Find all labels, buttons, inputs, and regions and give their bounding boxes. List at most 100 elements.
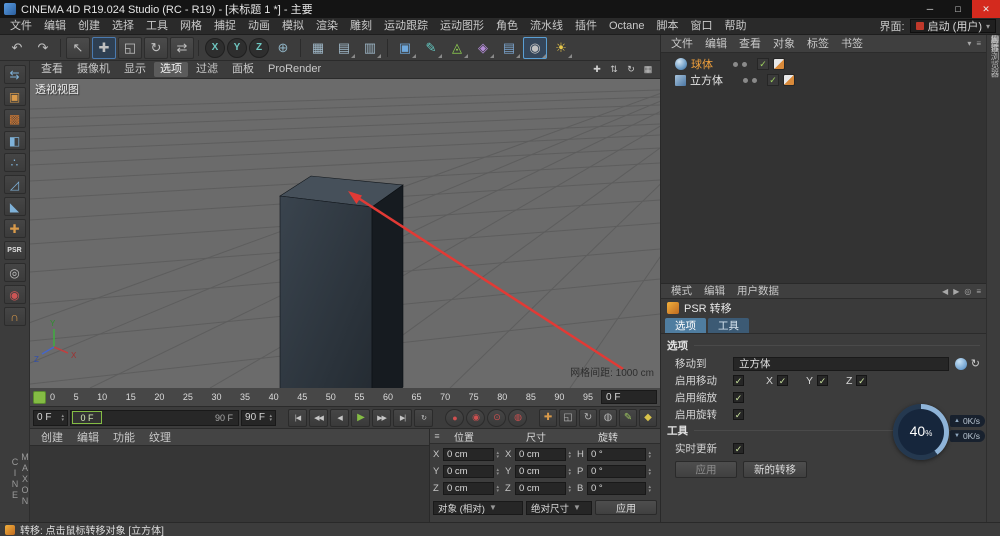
render-settings-icon[interactable]: ▥ (358, 37, 382, 59)
lock-y-axis-icon[interactable]: Y (227, 38, 247, 58)
autokeying-button[interactable]: ◉ (466, 409, 485, 427)
spinner-arrows[interactable] (496, 468, 499, 476)
render-view-icon[interactable]: ▦ (306, 37, 330, 59)
new-transfer-button[interactable]: 新的转移 (743, 461, 807, 478)
progress-overlay-widget[interactable]: 40% (893, 404, 949, 460)
viewport-menu-item[interactable]: 显示 (118, 62, 152, 77)
psr-lock-icon[interactable]: PSR (4, 241, 26, 260)
enable-move-checkbox[interactable]: ✓ (733, 375, 744, 386)
generators-icon[interactable]: ◬ (445, 37, 469, 59)
spinner-arrows[interactable] (61, 414, 64, 422)
menu-item[interactable]: 选择 (106, 18, 140, 34)
goto-start-button[interactable]: |◀ (288, 409, 307, 427)
keyframe-presets-toggle[interactable]: ◆ (639, 409, 657, 427)
tab-options[interactable]: 选项 (665, 318, 706, 333)
rotate-tool-icon[interactable]: ↻ (144, 37, 168, 59)
realtime-update-checkbox[interactable]: ✓ (733, 443, 744, 454)
record-parameter-toggle[interactable]: ◍ (599, 409, 617, 427)
render-visibility-dot[interactable] (752, 78, 757, 83)
timeline-playhead[interactable] (33, 391, 46, 404)
menu-item[interactable]: 编辑 (38, 18, 72, 34)
spinner-arrows[interactable] (270, 414, 273, 422)
history-forward-icon[interactable]: ▶ (953, 287, 959, 296)
frame-range-slider[interactable]: 0 F 90 F (70, 410, 239, 426)
dolly-view-icon[interactable]: ⇅ (607, 63, 621, 77)
axis-checkbox[interactable]: ✓ (817, 375, 828, 386)
menu-item[interactable]: 角色 (490, 18, 524, 34)
rotate-view-icon[interactable]: ↻ (624, 63, 638, 77)
size-mode-dropdown[interactable]: 绝对尺寸 ▼ (526, 501, 592, 515)
light-icon[interactable]: ☀ (549, 37, 573, 59)
coordinate-mode-dropdown[interactable]: 对象 (相对) ▼ (433, 501, 523, 515)
tab-layers[interactable]: 层 (989, 35, 1000, 44)
prev-key-button[interactable]: ◀◀ (309, 409, 328, 427)
render-visibility-dot[interactable] (742, 62, 747, 67)
rotation-field[interactable]: 0 ° (587, 448, 646, 461)
panel-menu-icon[interactable]: ≡ (430, 431, 444, 441)
material-menu-item[interactable]: 功能 (107, 429, 141, 445)
spinner-arrows[interactable] (568, 451, 571, 459)
object-manager-menu-item[interactable]: 书签 (836, 36, 868, 52)
viewport-menu-item[interactable]: 摄像机 (71, 62, 116, 77)
menu-item[interactable]: 模拟 (276, 18, 310, 34)
menu-item[interactable]: 流水线 (524, 18, 569, 34)
camera-icon[interactable]: ◉ (523, 37, 547, 59)
menu-item[interactable]: 创建 (72, 18, 106, 34)
material-menu-item[interactable]: 编辑 (71, 429, 105, 445)
spinner-arrows[interactable] (568, 468, 571, 476)
toggle-view-icon[interactable]: ▦ (641, 63, 655, 77)
menu-item[interactable]: 雕刻 (344, 18, 378, 34)
deformers-icon[interactable]: ◈ (471, 37, 495, 59)
spinner-arrows[interactable] (496, 485, 499, 493)
snap-toggle-icon[interactable]: ◎ (4, 263, 26, 282)
filter-icon[interactable]: ▾ (967, 39, 971, 48)
menu-item[interactable]: 帮助 (718, 18, 752, 34)
perspective-viewport[interactable]: Y X Z 透视视图 网格间距: 1000 cm (30, 79, 660, 388)
position-field[interactable]: 0 cm (443, 448, 494, 461)
menu-item[interactable]: 网格 (174, 18, 208, 34)
cube-object[interactable] (280, 176, 403, 388)
object-row[interactable]: 立方体 ✓ (661, 72, 986, 88)
timeline-ruler[interactable]: 05101520253035404550556065707580859095 0… (30, 388, 660, 407)
keyframe-selection-button[interactable]: ◍ (508, 409, 527, 427)
enabled-check-icon[interactable]: ✓ (757, 58, 769, 70)
material-menu-item[interactable]: 纹理 (143, 429, 177, 445)
menu-item[interactable]: 脚本 (650, 18, 684, 34)
object-manager-menu-item[interactable]: 编辑 (700, 36, 732, 52)
spinner-arrows[interactable] (648, 468, 651, 476)
minimize-button[interactable]: ─ (916, 0, 944, 18)
menu-item[interactable]: 文件 (4, 18, 38, 34)
menu-item[interactable]: 渲染 (310, 18, 344, 34)
viewport-menu-item[interactable]: ProRender (262, 62, 327, 77)
end-frame-field[interactable]: 90 F (241, 410, 276, 426)
menu-item[interactable]: 捕捉 (208, 18, 242, 34)
range-slider-handle[interactable]: 0 F (72, 411, 102, 424)
move-tool-icon[interactable]: ✚ (92, 37, 116, 59)
recent-tool-icon[interactable]: ⇄ (170, 37, 194, 59)
loop-button[interactable]: ↻ (414, 409, 433, 427)
render-picture-viewer-icon[interactable]: ▤ (332, 37, 356, 59)
enable-scale-checkbox[interactable]: ✓ (733, 392, 744, 403)
next-frame-button[interactable]: ▶▶ (372, 409, 391, 427)
object-manager-menu-item[interactable]: 文件 (666, 36, 698, 52)
texture-mode-icon[interactable]: ▩ (4, 109, 26, 128)
spinner-arrows[interactable] (648, 485, 651, 493)
enabled-check-icon[interactable]: ✓ (767, 74, 779, 86)
material-menu-item[interactable]: 创建 (35, 429, 69, 445)
object-name[interactable]: 立方体 (690, 72, 723, 88)
points-mode-icon[interactable]: ∴ (4, 153, 26, 172)
object-manager-menu-item[interactable]: 查看 (734, 36, 766, 52)
size-field[interactable]: 0 cm (515, 482, 566, 495)
goto-end-button[interactable]: ▶| (393, 409, 412, 427)
viewport-menu-item[interactable]: 查看 (35, 62, 69, 77)
make-editable-icon[interactable]: ⇆ (4, 65, 26, 84)
menu-item[interactable]: 窗口 (684, 18, 718, 34)
position-field[interactable]: 0 cm (443, 482, 494, 495)
enable-rotate-checkbox[interactable]: ✓ (733, 409, 744, 420)
axis-checkbox[interactable]: ✓ (856, 375, 867, 386)
object-row[interactable]: 球体 ✓ (661, 56, 986, 72)
object-manager-menu-item[interactable]: 对象 (768, 36, 800, 52)
live-selection-icon[interactable]: ↖ (66, 37, 90, 59)
phong-tag-icon[interactable] (773, 58, 785, 70)
position-field[interactable]: 0 cm (443, 465, 494, 478)
